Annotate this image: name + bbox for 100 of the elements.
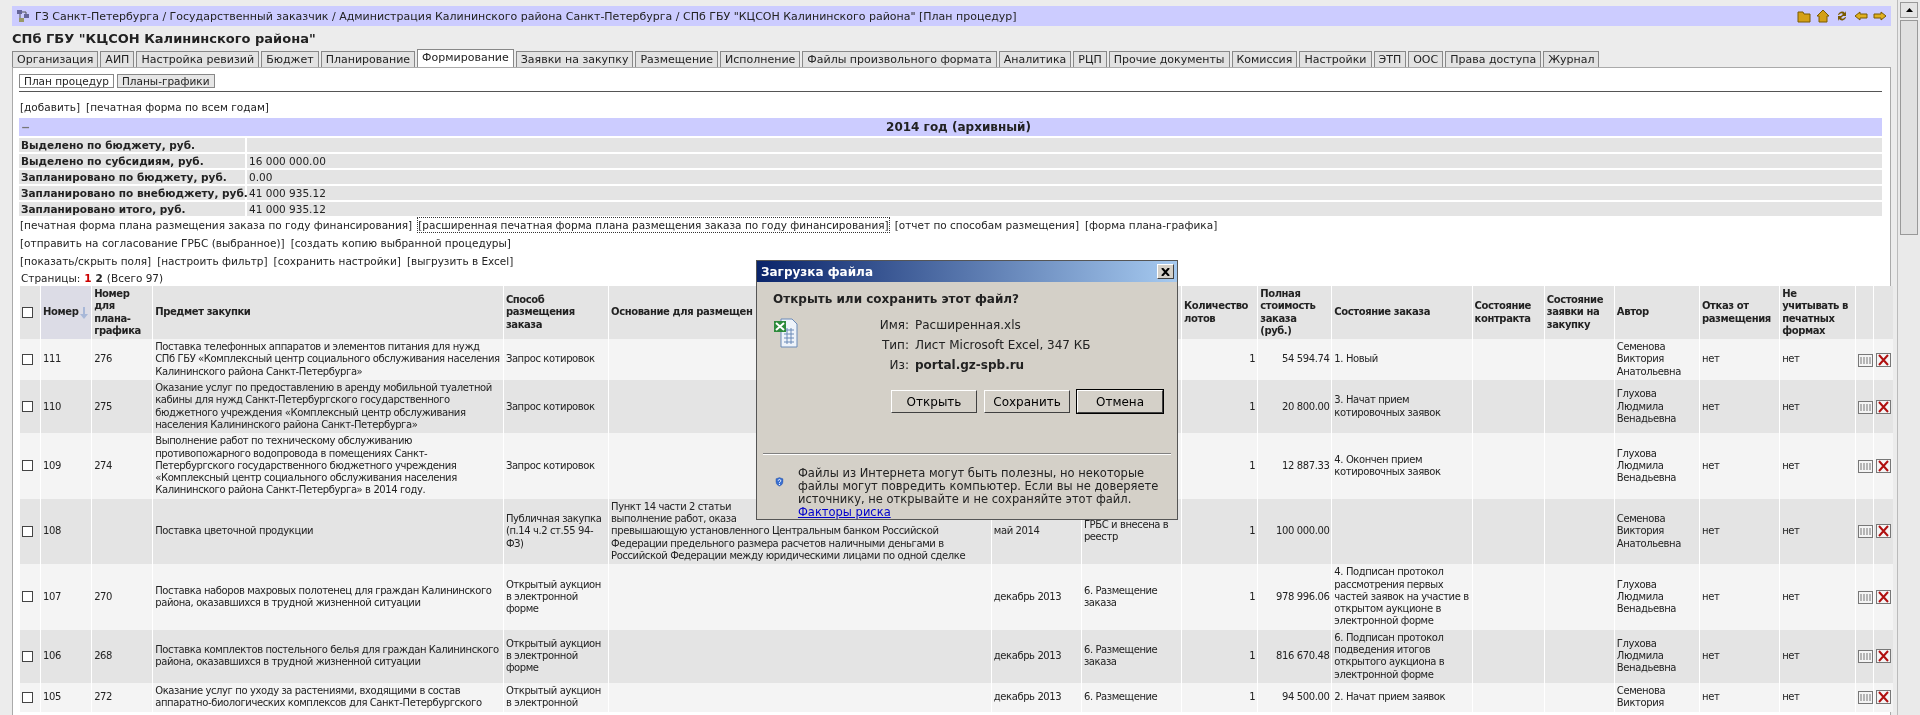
delete-icon[interactable]: [1876, 524, 1892, 539]
column-header[interactable]: Не учитывать в печатных формах: [1782, 288, 1854, 338]
delete-icon[interactable]: [1876, 459, 1892, 473]
row-checkbox[interactable]: [22, 460, 33, 472]
plan-number-cell: 272: [94, 691, 112, 703]
order-state-cell: 6. Подписан протокол подведения итогов открытого аукциона в электронной форме: [1334, 631, 1445, 680]
home-icon[interactable]: [1816, 9, 1830, 23]
document-icon[interactable]: [1858, 459, 1874, 473]
refusal-cell: нет: [1702, 459, 1720, 471]
refusal-cell: нет: [1702, 400, 1720, 412]
summary-label: Запланировано по бюджету, руб.: [19, 170, 245, 184]
action-link[interactable]: [расширенная печатная форма плана размещения заказа по году финансирования]: [417, 217, 890, 233]
tab[interactable]: Планирование: [320, 51, 416, 67]
cost-cell: 94 500.00: [1282, 691, 1330, 703]
column-header[interactable]: Состояние контракта: [1474, 300, 1542, 325]
row-checkbox[interactable]: [22, 691, 33, 703]
column-header[interactable]: Номер: [43, 306, 79, 319]
forward-arrow-icon[interactable]: [1873, 9, 1887, 23]
document-icon[interactable]: [1858, 352, 1874, 367]
tab[interactable]: АИП: [100, 51, 135, 67]
tab[interactable]: Прочие документы: [1108, 51, 1230, 67]
delete-icon[interactable]: [1876, 589, 1892, 604]
document-icon[interactable]: [1858, 690, 1874, 705]
dialog-button[interactable]: Сохранить: [984, 390, 1070, 413]
author-cell: Глухова Людмила Венадьевна: [1616, 388, 1677, 424]
row-checkbox[interactable]: [22, 354, 33, 365]
lots-cell: 1: [1249, 525, 1256, 537]
cost-cell: 100 000.00: [1276, 525, 1330, 537]
close-button[interactable]: [1157, 264, 1174, 279]
page-link[interactable]: 1: [84, 272, 92, 284]
tab[interactable]: Исполнение: [720, 51, 801, 67]
dialog-button[interactable]: Открыть: [891, 390, 977, 413]
document-icon[interactable]: [1858, 399, 1874, 414]
scrollbar[interactable]: [1897, 0, 1920, 715]
action-link[interactable]: [форма плана-графика]: [1084, 217, 1219, 233]
action-link[interactable]: [настроить фильтр]: [156, 253, 269, 269]
tab[interactable]: Размещение: [635, 51, 718, 67]
action-link[interactable]: [создать копию выбранной процедуры]: [289, 235, 512, 251]
delete-icon[interactable]: [1876, 399, 1892, 414]
row-checkbox[interactable]: [22, 650, 33, 662]
select-all-checkbox[interactable]: [22, 306, 33, 318]
tab[interactable]: Аналитика: [998, 51, 1072, 67]
folder-icon[interactable]: [1797, 9, 1811, 23]
field-label: Тип:: [880, 338, 909, 352]
column-header[interactable]: Основание для размещен: [611, 306, 753, 319]
document-icon[interactable]: [1858, 589, 1874, 604]
action-link[interactable]: [отправить на согласование ГРБС (выбранное)]: [19, 235, 286, 251]
tab[interactable]: Права доступа: [1445, 51, 1542, 67]
tab[interactable]: Настройка ревизий: [136, 51, 260, 67]
tab[interactable]: Комиссия: [1231, 51, 1298, 67]
document-icon[interactable]: [1858, 524, 1874, 539]
date-cell: декабрь 2013: [993, 590, 1062, 602]
column-header[interactable]: Автор: [1616, 306, 1649, 319]
column-header[interactable]: Состояние заказа: [1334, 306, 1430, 319]
tab[interactable]: Формирование: [417, 49, 514, 67]
back-arrow-icon[interactable]: [1854, 9, 1868, 23]
tab[interactable]: Настройки: [1299, 51, 1372, 67]
column-header[interactable]: Полная стоимость заказа (руб.): [1260, 288, 1330, 338]
action-link[interactable]: [показать/скрыть поля]: [19, 253, 153, 269]
action-link[interactable]: [печатная форма по всем годам]: [85, 99, 270, 115]
summary-value: 41 000 935.12: [247, 202, 1882, 216]
action-link[interactable]: [отчет по способам размещения]: [893, 217, 1080, 233]
column-header[interactable]: Способ размещения заказа: [505, 294, 607, 332]
delete-icon[interactable]: [1876, 352, 1892, 367]
scroll-up-icon[interactable]: [1904, 6, 1914, 14]
column-header[interactable]: Предмет закупки: [155, 306, 251, 319]
tab[interactable]: Организация: [12, 51, 99, 67]
exclude-cell: нет: [1782, 459, 1800, 471]
tab[interactable]: Бюджет: [261, 51, 319, 67]
action-link[interactable]: [печатная форма плана размещения заказа по году финансирования]: [19, 217, 414, 233]
row-checkbox[interactable]: [22, 525, 33, 537]
column-header[interactable]: Отказ от размещения: [1702, 300, 1778, 325]
tab[interactable]: Журнал: [1543, 51, 1600, 67]
risk-link[interactable]: Факторы риска: [797, 505, 891, 519]
column-header[interactable]: Состояние заявки на закупку: [1546, 294, 1612, 332]
subtab[interactable]: План процедур: [19, 74, 114, 88]
date-cell: декабрь 2013: [993, 691, 1062, 703]
scrollbar-thumb[interactable]: [1900, 20, 1918, 235]
page-link[interactable]: 2: [95, 272, 103, 284]
subtab[interactable]: Планы-графики: [116, 74, 215, 88]
column-header[interactable]: Номер для плана-графика: [94, 288, 151, 338]
tab[interactable]: Заявки на закупку: [515, 51, 634, 67]
column-header[interactable]: Количество лотов: [1184, 300, 1256, 325]
row-checkbox[interactable]: [22, 591, 33, 603]
tab[interactable]: РЦП: [1073, 51, 1107, 67]
basis-text: Пункт 14 части 2 статьи: [611, 500, 732, 514]
tab[interactable]: ЭТП: [1373, 51, 1407, 67]
row-checkbox[interactable]: [22, 401, 33, 412]
dialog-button[interactable]: Отмена: [1077, 390, 1163, 413]
delete-icon[interactable]: [1876, 649, 1892, 664]
organization-title: СПб ГБУ "КЦСОН Калининского района": [12, 30, 317, 48]
action-link[interactable]: [сохранить настройки]: [272, 253, 402, 269]
action-link[interactable]: [добавить]: [19, 99, 82, 115]
action-link[interactable]: [выгрузить в Excel]: [405, 253, 515, 269]
document-icon[interactable]: [1858, 649, 1874, 664]
tab[interactable]: ООС: [1408, 51, 1444, 67]
delete-icon[interactable]: [1876, 690, 1892, 705]
refresh-icon[interactable]: [1835, 9, 1849, 23]
lots-cell: 1: [1249, 353, 1256, 365]
tab[interactable]: Файлы произвольного формата: [802, 51, 997, 67]
